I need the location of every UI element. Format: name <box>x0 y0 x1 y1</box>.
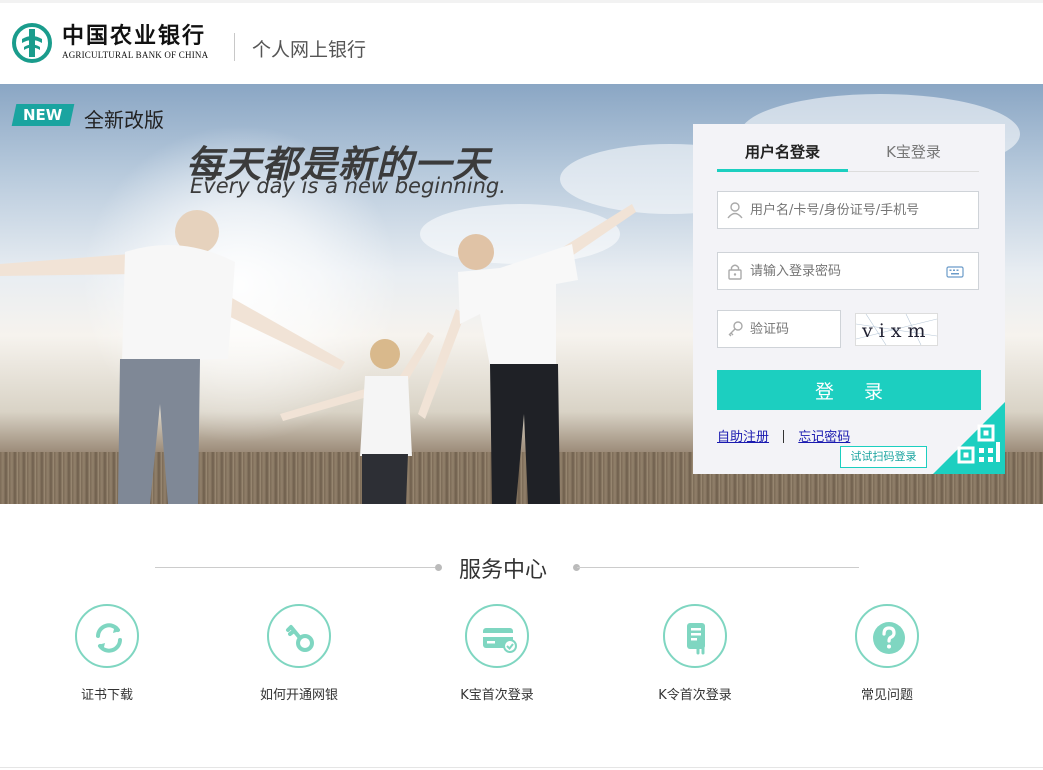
brand-name-en: AGRICULTURAL BANK OF CHINA <box>62 50 209 60</box>
service-item-how-to-open[interactable]: 如何开通网银 <box>239 604 359 703</box>
service-center-heading: 服务中心 <box>155 548 859 588</box>
heading-rule-right <box>577 567 859 568</box>
service-item-kbao-first-login[interactable]: K宝首次登录 <box>437 604 557 703</box>
abc-logo-icon[interactable] <box>12 23 52 63</box>
username-input[interactable] <box>718 192 978 228</box>
login-links: 自助注册 忘记密码 <box>717 426 850 445</box>
header-subtitle: 个人网上银行 <box>252 39 367 61</box>
child-figure <box>280 332 434 504</box>
keyboard-icon[interactable] <box>946 265 964 279</box>
hero-banner: NEW 全新改版 每天都是新的一天 Every day is a new beg… <box>0 84 1043 504</box>
heading-rule-left <box>155 567 435 568</box>
page-bottom-rule <box>0 767 1043 768</box>
captcha-text: vixm <box>861 320 932 342</box>
service-icon-ring <box>855 604 919 668</box>
tab-kbao-login[interactable]: K宝登录 <box>848 142 979 172</box>
service-item-faq[interactable]: 常见问题 <box>827 604 947 703</box>
key-icon <box>286 625 314 652</box>
lock-icon <box>728 264 742 280</box>
login-panel: 用户名登录 K宝登录 用户名/卡号/身份证号/手机号 验证码 vixm 登 录 … <box>693 124 1005 474</box>
hero-version-text: 全新改版 <box>84 108 164 132</box>
question-icon <box>873 622 905 654</box>
service-item-label: K令首次登录 <box>658 688 732 703</box>
header-divider <box>234 33 235 61</box>
username-field[interactable] <box>717 191 979 229</box>
password-field[interactable] <box>717 252 979 290</box>
service-item-label: K宝首次登录 <box>460 688 534 703</box>
brand-name: 中国农业银行 AGRICULTURAL BANK OF CHINA <box>62 23 208 60</box>
service-item-label: 证书下载 <box>80 688 133 703</box>
captcha-image[interactable]: vixm <box>855 313 938 346</box>
captcha-field[interactable] <box>717 310 841 348</box>
service-icon-ring <box>663 604 727 668</box>
father-figure <box>418 204 636 504</box>
captcha-graphic: vixm <box>855 313 938 346</box>
qr-code-icon[interactable] <box>933 402 1005 474</box>
forgot-password-link[interactable]: 忘记密码 <box>798 430 850 445</box>
service-item-label: 常见问题 <box>860 688 913 703</box>
new-badge-label: NEW <box>23 106 63 124</box>
tab-username-login[interactable]: 用户名登录 <box>717 142 848 172</box>
qr-login-tip[interactable]: 试试扫码登录 <box>840 446 927 468</box>
key-icon <box>728 321 743 337</box>
user-icon <box>727 202 743 219</box>
password-input[interactable] <box>718 253 978 289</box>
service-center-title: 服务中心 <box>459 558 548 583</box>
register-link[interactable]: 自助注册 <box>717 430 769 445</box>
service-item-label: 如何开通网银 <box>259 688 338 703</box>
service-item-kling-first-login[interactable]: K令首次登录 <box>635 604 755 703</box>
hero-subtitle: Every day is a new beginning. <box>190 174 506 198</box>
mother-figure <box>0 210 345 504</box>
site-header: 中国农业银行 AGRICULTURAL BANK OF CHINA 个人网上银行 <box>0 0 1043 84</box>
link-separator <box>783 430 785 443</box>
login-tabs: 用户名登录 K宝登录 <box>717 142 979 172</box>
brand-name-cn: 中国农业银行 <box>62 23 207 49</box>
new-badge: NEW <box>11 104 75 126</box>
service-icon-ring <box>267 604 331 668</box>
token-icon <box>687 623 705 655</box>
heading-dot-left <box>435 564 442 571</box>
service-icon-ring <box>465 604 529 668</box>
service-item-cert-download[interactable]: 证书下载 <box>47 604 167 703</box>
refresh-icon <box>96 623 122 653</box>
service-icon-ring <box>75 604 139 668</box>
card-icon <box>483 628 517 653</box>
